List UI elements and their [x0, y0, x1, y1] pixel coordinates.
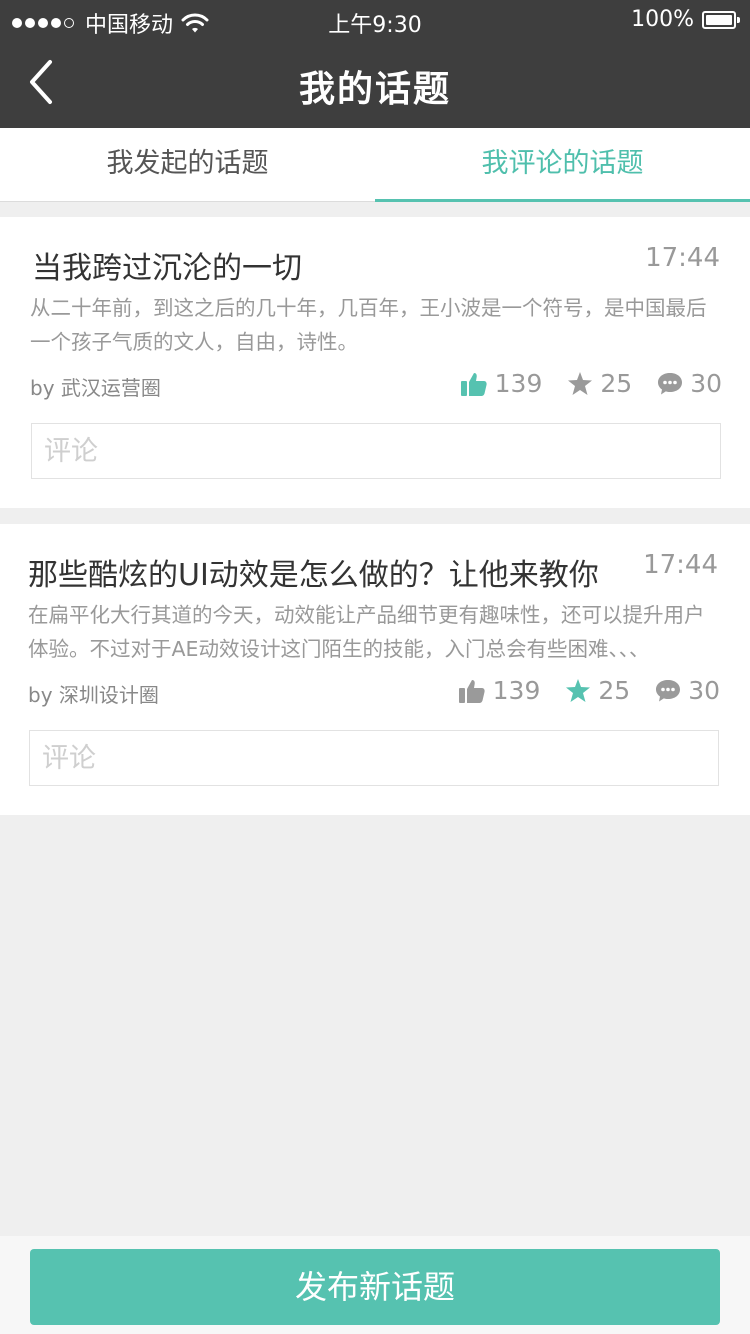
- like-stat[interactable]: 139: [460, 369, 543, 398]
- bottom-bar: 发布新话题: [0, 1236, 750, 1334]
- comment-count: 30: [688, 676, 720, 705]
- star-stat[interactable]: 25: [566, 676, 630, 705]
- topic-summary: 在扁平化大行其道的今天，动效能让产品细节更有趣味性，还可以提升用户体验。不过对于…: [28, 603, 705, 661]
- topic-time: 17:44: [643, 550, 718, 580]
- publish-topic-button[interactable]: 发布新话题: [30, 1249, 720, 1325]
- battery-percent: 100%: [631, 7, 694, 32]
- status-right: 100%: [631, 7, 740, 32]
- header: 中国移动 上午9:30 100% 我的话题: [0, 0, 750, 128]
- like-count: 139: [494, 369, 543, 398]
- thumbs-up-icon: [460, 372, 487, 396]
- star-stat[interactable]: 25: [568, 369, 632, 398]
- topic-title[interactable]: 当我跨过沉沦的一切: [32, 243, 302, 287]
- comment-stat[interactable]: 30: [656, 676, 720, 705]
- topic-time: 17:44: [645, 243, 720, 273]
- tab-my-commented-topics[interactable]: 我评论的话题: [375, 128, 750, 202]
- topic-author: by 深圳设计圈: [28, 683, 159, 707]
- star-count: 25: [600, 369, 633, 398]
- topic-stats: 139 25 30: [435, 369, 722, 398]
- thumbs-up-icon: [458, 679, 485, 703]
- comment-stat[interactable]: 30: [658, 369, 722, 398]
- status-bar: 中国移动 上午9:30 100%: [0, 0, 750, 40]
- comment-bubble-icon: [658, 372, 683, 394]
- star-icon: [566, 679, 591, 702]
- star-count: 25: [598, 676, 631, 705]
- topic-card[interactable]: 那些酷炫的UI动效是怎么做的？让他来教你 17:44 在扁平化大行其道的今天，动…: [0, 524, 750, 815]
- star-icon: [568, 372, 593, 395]
- comment-count: 30: [690, 369, 722, 398]
- tab-bar: 我发起的话题 我评论的话题: [0, 128, 750, 202]
- topic-stats: 139 25 30: [433, 676, 720, 705]
- page-title: 我的话题: [298, 69, 451, 110]
- tab-my-started-topics[interactable]: 我发起的话题: [0, 128, 375, 201]
- topic-author: by 武汉运营圈: [30, 376, 161, 400]
- like-stat[interactable]: 139: [458, 676, 541, 705]
- topic-summary: 从二十年前，到这之后的几十年，几百年，王小波是一个符号，是中国最后一个孩子气质的…: [30, 296, 707, 354]
- comment-bubble-icon: [656, 679, 681, 701]
- comment-input[interactable]: [31, 423, 721, 479]
- topic-card[interactable]: 当我跨过沉沦的一切 17:44 从二十年前，到这之后的几十年，几百年，王小波是一…: [0, 217, 750, 508]
- like-count: 139: [492, 676, 541, 705]
- battery-icon: [702, 10, 740, 29]
- comment-input[interactable]: [29, 730, 719, 786]
- topic-title[interactable]: 那些酷炫的UI动效是怎么做的？让他来教你: [28, 550, 599, 594]
